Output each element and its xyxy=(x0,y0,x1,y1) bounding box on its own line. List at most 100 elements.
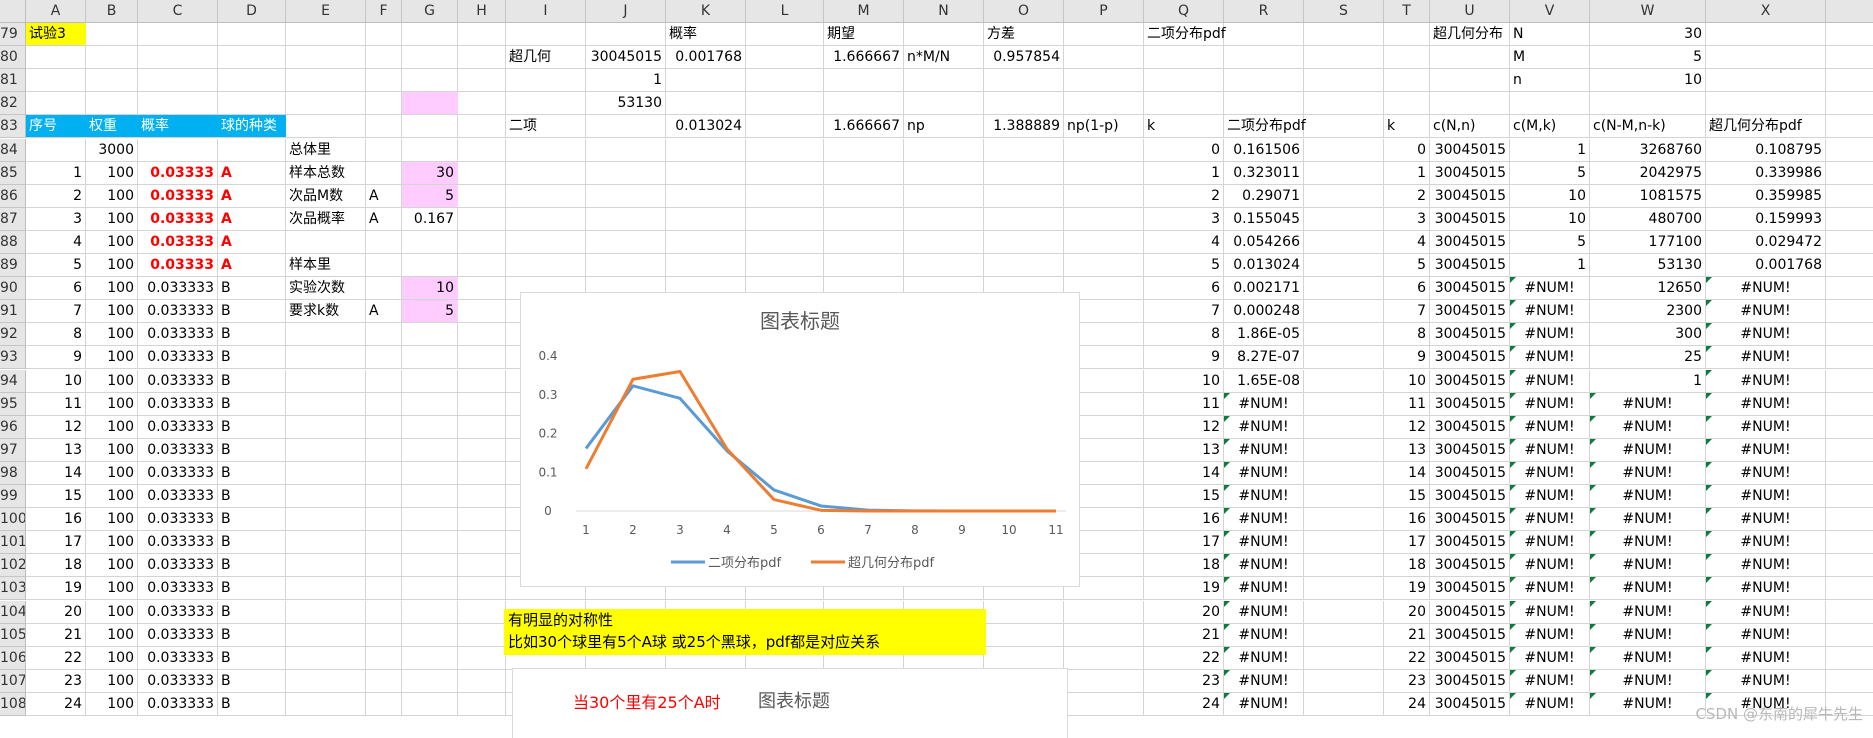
cell-C85[interactable]: 0.03333 xyxy=(138,162,218,185)
grid-cell[interactable] xyxy=(286,670,366,693)
grid-cell[interactable] xyxy=(586,231,666,254)
grid-cell[interactable] xyxy=(286,577,366,600)
cell-C100[interactable]: 0.033333 xyxy=(138,508,218,531)
cell-R86[interactable]: 0.29071 xyxy=(1224,185,1304,208)
grid-cell[interactable] xyxy=(1826,231,1873,254)
cell-Q96[interactable]: 12 xyxy=(1144,416,1224,439)
cell-R101[interactable]: #NUM! xyxy=(1224,531,1304,554)
row-header-80[interactable]: 80 xyxy=(0,46,26,69)
cell-D90[interactable]: B xyxy=(218,277,286,300)
cell-B96[interactable]: 100 xyxy=(86,416,138,439)
grid-cell[interactable] xyxy=(1064,185,1144,208)
cell-Q107[interactable]: 23 xyxy=(1144,670,1224,693)
grid-cell[interactable] xyxy=(1304,531,1384,554)
cell-V104[interactable]: #NUM! xyxy=(1510,601,1590,624)
grid-cell[interactable] xyxy=(1826,439,1873,462)
grid-cell[interactable] xyxy=(1304,23,1384,46)
grid-cell[interactable] xyxy=(1826,46,1873,69)
cell-B83[interactable]: 权重 xyxy=(86,115,138,138)
grid-cell[interactable] xyxy=(286,693,366,716)
cell-O79[interactable]: 方差 xyxy=(984,23,1064,46)
cell-V99[interactable]: #NUM! xyxy=(1510,485,1590,508)
grid-cell[interactable] xyxy=(402,485,458,508)
grid-cell[interactable] xyxy=(1826,393,1873,416)
grid-cell[interactable] xyxy=(666,139,746,162)
grid-cell[interactable] xyxy=(1384,92,1430,115)
grid-cell[interactable] xyxy=(286,554,366,577)
cell-Q93[interactable]: 9 xyxy=(1144,346,1224,369)
grid-cell[interactable] xyxy=(904,231,984,254)
cell-V103[interactable]: #NUM! xyxy=(1510,577,1590,600)
cell-D85[interactable]: A xyxy=(218,162,286,185)
grid-cell[interactable] xyxy=(824,162,904,185)
grid-cell[interactable] xyxy=(366,346,402,369)
grid-cell[interactable] xyxy=(1064,601,1144,624)
cell-X89[interactable]: 0.001768 xyxy=(1706,254,1826,277)
cell-U91[interactable]: 30045015 xyxy=(1430,300,1510,323)
cell-V92[interactable]: #NUM! xyxy=(1510,323,1590,346)
cell-W108[interactable]: #NUM! xyxy=(1590,693,1706,716)
cell-F91[interactable]: A xyxy=(366,300,402,323)
cell-T104[interactable]: 20 xyxy=(1384,601,1430,624)
grid-cell[interactable] xyxy=(402,139,458,162)
cell-V106[interactable]: #NUM! xyxy=(1510,647,1590,670)
cell-E87[interactable]: 次品概率 xyxy=(286,208,366,231)
cell-R89[interactable]: 0.013024 xyxy=(1224,254,1304,277)
cell-V91[interactable]: #NUM! xyxy=(1510,300,1590,323)
cell-A107[interactable]: 23 xyxy=(26,670,86,693)
column-header-H[interactable]: H xyxy=(458,0,506,23)
cell-D97[interactable]: B xyxy=(218,439,286,462)
grid-cell[interactable] xyxy=(904,254,984,277)
cell-Q85[interactable]: 1 xyxy=(1144,162,1224,185)
cell-U92[interactable]: 30045015 xyxy=(1430,323,1510,346)
grid-cell[interactable] xyxy=(366,624,402,647)
grid-cell[interactable] xyxy=(218,69,286,92)
grid-cell[interactable] xyxy=(824,69,904,92)
cell-W105[interactable]: #NUM! xyxy=(1590,624,1706,647)
grid-cell[interactable] xyxy=(984,254,1064,277)
cell-V85[interactable]: 5 xyxy=(1510,162,1590,185)
cell-F87[interactable]: A xyxy=(366,208,402,231)
grid-cell[interactable] xyxy=(1064,23,1144,46)
column-header-R[interactable]: R xyxy=(1224,0,1304,23)
grid-cell[interactable] xyxy=(984,601,1064,624)
grid-cell[interactable] xyxy=(1826,624,1873,647)
grid-cell[interactable] xyxy=(1826,277,1873,300)
grid-cell[interactable] xyxy=(1826,115,1873,138)
cell-U86[interactable]: 30045015 xyxy=(1430,185,1510,208)
grid-cell[interactable] xyxy=(366,23,402,46)
grid-cell[interactable] xyxy=(458,670,506,693)
row-header-106[interactable]: 106 xyxy=(0,647,26,670)
cell-W86[interactable]: 1081575 xyxy=(1590,185,1706,208)
cell-A86[interactable]: 2 xyxy=(26,185,86,208)
cell-X102[interactable]: #NUM! xyxy=(1706,554,1826,577)
cell-K83[interactable]: 0.013024 xyxy=(666,115,746,138)
grid-cell[interactable] xyxy=(1304,185,1384,208)
grid-cell[interactable] xyxy=(138,23,218,46)
cell-B105[interactable]: 100 xyxy=(86,624,138,647)
cell-V98[interactable]: #NUM! xyxy=(1510,462,1590,485)
grid-cell[interactable] xyxy=(1224,46,1304,69)
row-header-87[interactable]: 87 xyxy=(0,208,26,231)
cell-R108[interactable]: #NUM! xyxy=(1224,693,1304,716)
grid-cell[interactable] xyxy=(286,115,366,138)
grid-cell[interactable] xyxy=(366,277,402,300)
cell-R100[interactable]: #NUM! xyxy=(1224,508,1304,531)
grid-cell[interactable] xyxy=(1144,69,1224,92)
cell-Q98[interactable]: 14 xyxy=(1144,462,1224,485)
cell-X85[interactable]: 0.339986 xyxy=(1706,162,1826,185)
row-header-98[interactable]: 98 xyxy=(0,462,26,485)
column-header-V[interactable]: V xyxy=(1510,0,1590,23)
cell-V105[interactable]: #NUM! xyxy=(1510,624,1590,647)
cell-Q89[interactable]: 5 xyxy=(1144,254,1224,277)
grid-cell[interactable] xyxy=(586,23,666,46)
cell-T87[interactable]: 3 xyxy=(1384,208,1430,231)
row-header-92[interactable]: 92 xyxy=(0,323,26,346)
cell-A89[interactable]: 5 xyxy=(26,254,86,277)
cell-E86[interactable]: 次品M数 xyxy=(286,185,366,208)
grid-cell[interactable] xyxy=(1826,185,1873,208)
cell-B106[interactable]: 100 xyxy=(86,647,138,670)
cell-U100[interactable]: 30045015 xyxy=(1430,508,1510,531)
grid-cell[interactable] xyxy=(746,92,824,115)
cell-U98[interactable]: 30045015 xyxy=(1430,462,1510,485)
